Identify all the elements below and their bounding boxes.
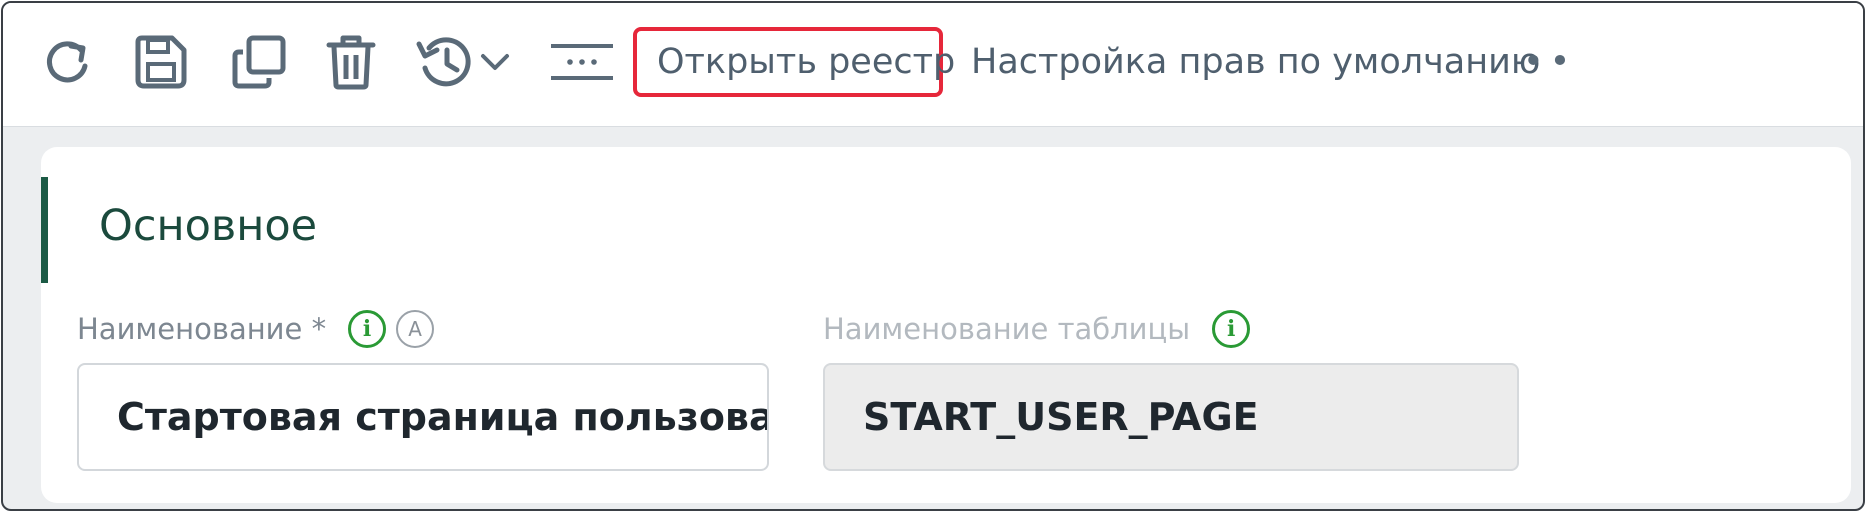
app-window: Открыть реестр Настройка прав по умолчан… bbox=[1, 1, 1865, 511]
open-registry-button[interactable]: Открыть реестр bbox=[633, 27, 955, 97]
form-card: Основное Наименование * i A Стартовая ст… bbox=[41, 147, 1851, 503]
save-icon[interactable] bbox=[129, 29, 191, 95]
name-value: Стартовая страница пользова... bbox=[117, 395, 769, 439]
info-icon[interactable]: i bbox=[1212, 310, 1251, 348]
table-name-label: Наименование таблицы bbox=[823, 312, 1191, 346]
delete-icon[interactable] bbox=[323, 29, 379, 95]
overflow-label: •• bbox=[1523, 42, 1577, 82]
open-registry-label: Открыть реестр bbox=[657, 42, 956, 82]
section-title: Основное bbox=[99, 201, 318, 251]
auto-translate-icon[interactable]: A bbox=[396, 310, 435, 348]
table-name-value: START_USER_PAGE bbox=[863, 395, 1259, 439]
default-rights-label: Настройка прав по умолчанию bbox=[971, 42, 1541, 82]
history-dropdown[interactable] bbox=[413, 29, 513, 95]
chevron-down-icon bbox=[481, 54, 509, 70]
section-accent-bar bbox=[41, 177, 48, 283]
info-icon[interactable]: i bbox=[348, 310, 387, 348]
toolbar: Открыть реестр Настройка прав по умолчан… bbox=[3, 3, 1863, 127]
table-name-input: START_USER_PAGE bbox=[823, 363, 1519, 471]
refresh-icon[interactable] bbox=[39, 29, 95, 95]
default-rights-button[interactable]: Настройка прав по умолчанию bbox=[971, 27, 1540, 97]
copy-icon[interactable] bbox=[229, 29, 289, 95]
name-input[interactable]: Стартовая страница пользова... bbox=[77, 363, 769, 471]
table-name-field-label: Наименование таблицы i bbox=[823, 309, 1260, 349]
history-icon bbox=[416, 37, 471, 87]
more-menu-icon[interactable] bbox=[549, 29, 615, 95]
name-field-label: Наименование * i A bbox=[77, 309, 444, 349]
name-label: Наименование * bbox=[77, 312, 327, 346]
overflow-menu-icon[interactable]: •• bbox=[1523, 27, 1576, 97]
